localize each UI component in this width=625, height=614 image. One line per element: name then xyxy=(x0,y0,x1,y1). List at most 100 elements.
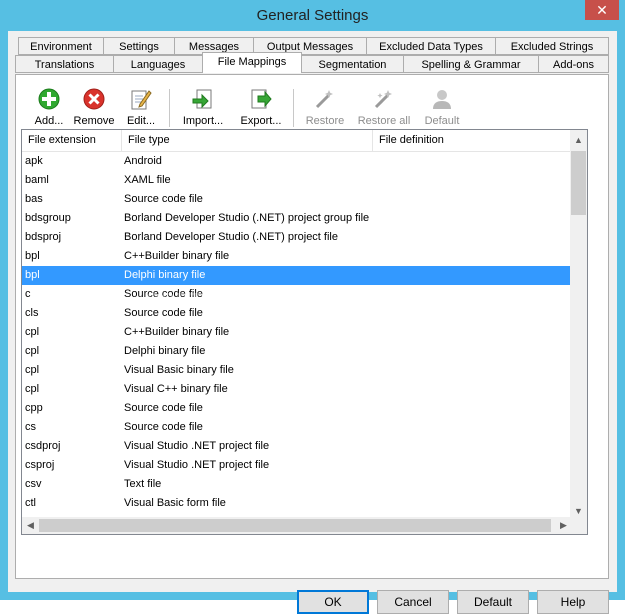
table-row[interactable]: baml XAML file xyxy=(22,171,572,190)
table-row[interactable]: csdproj Visual Studio .NET project file xyxy=(22,437,572,456)
vertical-scrollbar[interactable]: ▲ ▼ xyxy=(570,130,587,520)
cell-file-extension: cpl xyxy=(25,326,40,338)
tab-settings[interactable]: Settings xyxy=(103,37,175,55)
tab-spelling-grammar[interactable]: Spelling & Grammar xyxy=(403,55,539,73)
cell-file-extension: csproj xyxy=(25,459,55,471)
tab-add-ons[interactable]: Add-ons xyxy=(538,55,609,73)
dialog-client: Environment Settings Messages Output Mes… xyxy=(8,31,617,614)
table-row[interactable]: cpl Visual Basic binary file xyxy=(22,361,572,380)
tab-environment[interactable]: Environment xyxy=(18,37,104,55)
tab-segmentation[interactable]: Segmentation xyxy=(301,55,404,73)
export-button[interactable]: Export... xyxy=(236,85,286,129)
scroll-left-icon[interactable]: ◀ xyxy=(22,517,39,534)
cell-file-type: Visual Studio .NET project file xyxy=(124,440,270,452)
remove-button[interactable]: Remove xyxy=(73,85,115,129)
table-row[interactable]: cpl C++Builder binary file xyxy=(22,323,572,342)
cell-file-extension: cpl xyxy=(25,364,40,376)
import-button[interactable]: Import... xyxy=(178,85,228,129)
ok-button[interactable]: OK xyxy=(297,590,369,614)
column-header-file-extension[interactable]: File extension xyxy=(22,130,122,151)
default-button[interactable]: Default xyxy=(457,590,529,614)
restore-button[interactable]: Restore xyxy=(302,85,348,129)
help-button[interactable]: Help xyxy=(537,590,609,614)
cell-file-type: Visual Basic form file xyxy=(124,497,226,509)
tab-languages[interactable]: Languages xyxy=(113,55,203,73)
file-mappings-list[interactable]: File extension File type File definition… xyxy=(21,129,588,535)
table-row[interactable]: cpl Delphi binary file xyxy=(22,342,572,361)
title-bar[interactable]: General Settings ✕ xyxy=(0,0,625,32)
cell-file-extension: csv xyxy=(25,478,42,490)
add-icon xyxy=(38,88,60,110)
cell-file-extension: ctl xyxy=(25,497,36,509)
table-row[interactable]: bpl C++Builder binary file xyxy=(22,247,572,266)
edit-icon xyxy=(131,90,152,110)
cell-file-extension: c xyxy=(25,288,31,300)
magic-wand-icon xyxy=(315,90,333,109)
cell-file-type: Visual Basic binary file xyxy=(124,364,234,376)
import-icon xyxy=(192,89,212,109)
cell-file-extension: cs xyxy=(25,421,36,433)
cell-file-type: XAML file xyxy=(124,174,171,186)
edit-button[interactable]: Edit... xyxy=(123,85,159,129)
table-row[interactable]: cls Source code file xyxy=(22,304,572,323)
cell-file-type: Android xyxy=(124,155,162,167)
cell-file-type: Text file xyxy=(124,478,162,490)
cell-file-type: C++Builder binary file xyxy=(124,250,230,262)
cell-file-extension: bdsgroup xyxy=(25,212,71,224)
toolbar-separator xyxy=(169,89,171,127)
settings-window: General Settings ✕ Environment Settings … xyxy=(0,0,625,614)
cell-file-extension: baml xyxy=(25,174,49,186)
cell-file-type: Source code file xyxy=(124,421,203,433)
table-row[interactable]: bpl Delphi binary file xyxy=(22,266,572,285)
cancel-button[interactable]: Cancel xyxy=(377,590,449,614)
table-row[interactable]: csv Text file xyxy=(22,475,572,494)
horizontal-scrollbar[interactable]: ◀ ▶ xyxy=(22,517,572,534)
column-header-file-type[interactable]: File type xyxy=(122,130,373,151)
table-row[interactable]: c Source code file xyxy=(22,285,572,304)
cell-file-type: Delphi binary file xyxy=(124,345,206,357)
tab-excluded-strings[interactable]: Excluded Strings xyxy=(495,37,609,55)
table-row[interactable]: bdsgroup Borland Developer Studio (.NET) … xyxy=(22,209,572,228)
default-toolbar-button[interactable]: Default xyxy=(420,85,464,129)
tab-file-mappings[interactable]: File Mappings xyxy=(202,52,302,73)
tab-translations[interactable]: Translations xyxy=(15,55,114,73)
cell-file-extension: csdproj xyxy=(25,440,61,452)
table-row[interactable]: cpl Visual C++ binary file xyxy=(22,380,572,399)
tab-excluded-data-types[interactable]: Excluded Data Types xyxy=(366,37,496,55)
table-row[interactable]: bas Source code file xyxy=(22,190,572,209)
table-row[interactable]: apk Android xyxy=(22,152,572,171)
table-row[interactable]: csproj Visual Studio .NET project file xyxy=(22,456,572,475)
cell-file-extension: cpl xyxy=(25,383,40,395)
horizontal-scroll-thumb[interactable] xyxy=(39,519,551,532)
cell-file-type: Source code file xyxy=(124,402,203,414)
cell-file-extension: bdsproj xyxy=(25,231,62,243)
cell-file-extension: bpl xyxy=(25,250,40,262)
column-header-file-definition[interactable]: File definition xyxy=(373,130,572,151)
list-header: File extension File type File definition xyxy=(22,130,572,152)
restore-all-button[interactable]: Restore all xyxy=(356,85,412,129)
cell-file-extension: bpl xyxy=(25,269,40,281)
toolbar: Add... Remove Edit... Import... Export..… xyxy=(26,85,601,129)
close-button[interactable]: ✕ xyxy=(585,0,619,20)
add-button[interactable]: Add... xyxy=(32,85,66,129)
cell-file-type: Borland Developer Studio (.NET) project … xyxy=(124,231,338,243)
cell-file-extension: cpp xyxy=(25,402,43,414)
cell-file-extension: cls xyxy=(25,307,39,319)
scroll-up-icon[interactable]: ▲ xyxy=(570,132,587,149)
close-icon: ✕ xyxy=(596,2,608,18)
vertical-scroll-thumb[interactable] xyxy=(571,151,586,215)
table-row[interactable]: cs Source code file xyxy=(22,418,572,437)
watermark: SOFTPEDIA xyxy=(146,290,270,312)
cell-file-type: Borland Developer Studio (.NET) project … xyxy=(124,212,370,224)
table-row[interactable]: cpp Source code file xyxy=(22,399,572,418)
magic-wand-icon xyxy=(374,90,392,109)
cell-file-type: Visual Studio .NET project file xyxy=(124,459,270,471)
cell-file-extension: bas xyxy=(25,193,43,205)
cell-file-extension: cpl xyxy=(25,345,40,357)
user-icon xyxy=(433,90,451,109)
cell-file-type: Source code file xyxy=(124,193,203,205)
table-row[interactable]: ctl Visual Basic form file xyxy=(22,494,572,513)
scroll-corner xyxy=(570,517,587,534)
export-icon xyxy=(251,89,272,109)
table-row[interactable]: bdsproj Borland Developer Studio (.NET) p… xyxy=(22,228,572,247)
